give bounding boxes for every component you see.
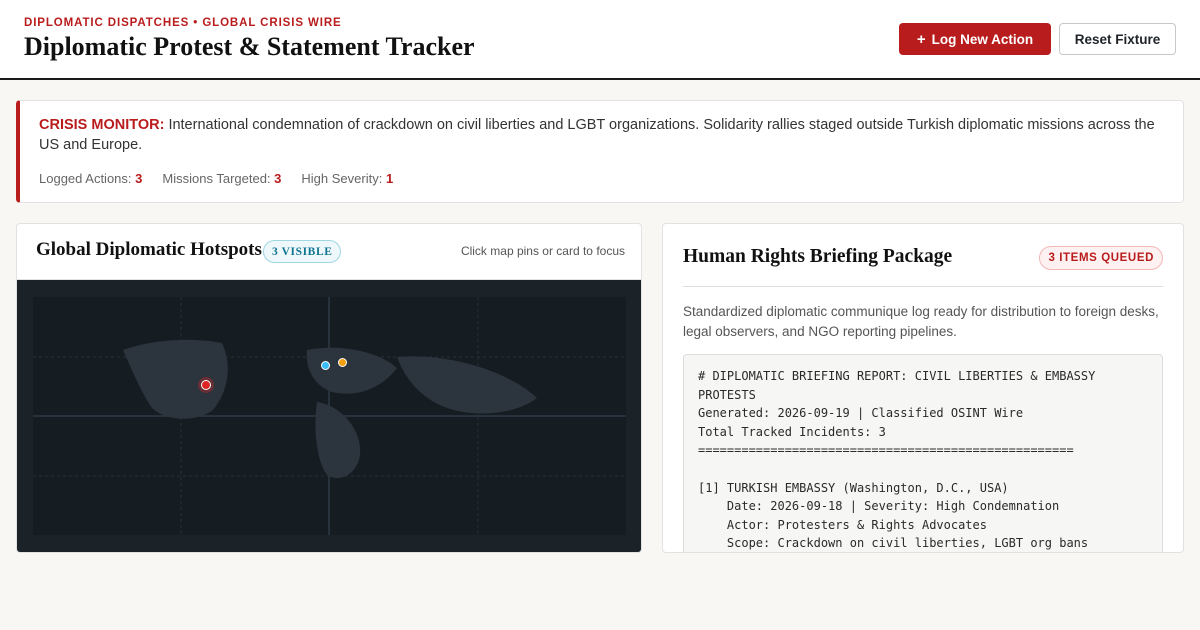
stat-high-severity: High Severity: 1 bbox=[301, 171, 394, 186]
world-map[interactable] bbox=[17, 280, 641, 552]
report-line: Actor: Protesters & Rights Advocates bbox=[698, 517, 987, 532]
report-line bbox=[698, 460, 1148, 479]
stat-logged-actions: Logged Actions: 3 bbox=[39, 171, 143, 186]
report-line: # DIPLOMATIC BRIEFING REPORT: CIVIL LIBE… bbox=[698, 369, 1096, 383]
visible-count-badge: 3 VISIBLE bbox=[263, 240, 342, 263]
items-queued-badge: 3 ITEMS QUEUED bbox=[1039, 246, 1163, 270]
alert-label: CRISIS MONITOR: bbox=[39, 117, 165, 133]
hotspots-map-panel: Global Diplomatic Hotspots 3 VISIBLE Cli… bbox=[16, 223, 642, 553]
report-line: [1] TURKISH EMBASSY (Washington, D.C., U… bbox=[698, 480, 1009, 495]
map-panel-title: Global Diplomatic Hotspots bbox=[36, 239, 262, 260]
plus-icon: + bbox=[916, 30, 926, 48]
log-new-action-button[interactable]: + Log New Action bbox=[899, 23, 1051, 55]
crisis-alert-banner: CRISIS MONITOR: International condemnati… bbox=[16, 100, 1184, 203]
divider bbox=[683, 286, 1163, 287]
briefing-panel-title: Human Rights Briefing Package bbox=[683, 246, 953, 267]
top-header: DIPLOMATIC DISPATCHES • GLOBAL CRISIS WI… bbox=[0, 0, 1200, 80]
page-title: Diplomatic Protest & Statement Tracker bbox=[24, 32, 475, 61]
briefing-description: Standardized diplomatic communique log r… bbox=[683, 304, 1159, 339]
report-line: Generated: 2026-09-19 | Classified OSINT… bbox=[698, 406, 1024, 421]
alert-stats: Logged Actions: 3 Missions Targeted: 3 H… bbox=[39, 171, 393, 186]
briefing-report-output[interactable]: # DIPLOMATIC BRIEFING REPORT: CIVIL LIBE… bbox=[683, 354, 1163, 552]
alert-text: CRISIS MONITOR: International condemnati… bbox=[39, 115, 1164, 155]
report-line: Date: 2026-09-18 | Severity: High Condem… bbox=[698, 499, 1060, 514]
map-hint: Click map pins or card to focus bbox=[460, 244, 625, 258]
briefing-package-panel: Human Rights Briefing Package 3 ITEMS QU… bbox=[662, 223, 1184, 553]
log-new-action-label: Log New Action bbox=[931, 31, 1034, 47]
header-kicker: DIPLOMATIC DISPATCHES • GLOBAL CRISIS WI… bbox=[24, 17, 342, 29]
report-line: ========================================… bbox=[698, 443, 1074, 458]
map-panel-header: Global Diplomatic Hotspots 3 VISIBLE Cli… bbox=[17, 224, 641, 280]
reset-fixture-button[interactable]: Reset Fixture bbox=[1059, 23, 1176, 55]
alert-body: International condemnation of crackdown … bbox=[39, 117, 1155, 153]
world-map-svg bbox=[33, 297, 626, 535]
pin-washington[interactable] bbox=[201, 380, 211, 390]
report-line: PROTESTS bbox=[698, 387, 756, 402]
report-line: Scope: Crackdown on civil liberties, LGB… bbox=[698, 536, 1089, 551]
pin-europe-amber[interactable] bbox=[338, 358, 347, 367]
stat-missions-targeted: Missions Targeted: 3 bbox=[162, 171, 282, 186]
report-line: Total Tracked Incidents: 3 bbox=[698, 424, 886, 439]
pin-europe-blue[interactable] bbox=[321, 361, 330, 370]
